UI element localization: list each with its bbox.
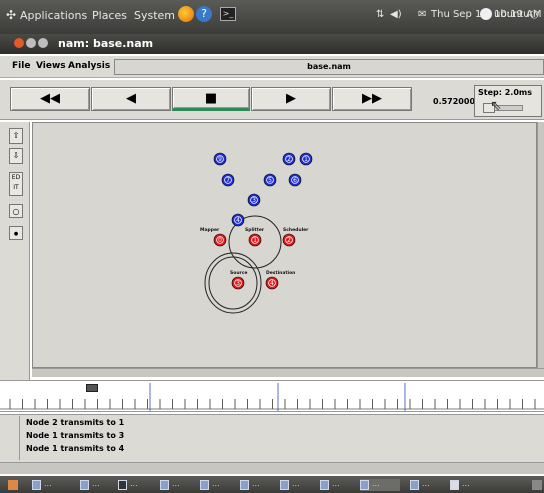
node-id: 6 xyxy=(293,177,297,184)
taskbar-window[interactable]: ... xyxy=(160,479,200,491)
system-top-panel: ✣ Applications Places System ? >_ ⇅ ◀) ✉… xyxy=(0,0,544,34)
zoom-in-icon[interactable]: ⇧ xyxy=(9,128,23,144)
node-id: 2 xyxy=(287,237,291,244)
step-label: Step: 2.0ms xyxy=(478,88,532,97)
window-icon xyxy=(280,480,289,490)
window-icon xyxy=(160,480,169,490)
ubuntu-logo-icon[interactable]: ✣ xyxy=(6,8,16,22)
places-menu[interactable]: Places xyxy=(92,9,127,22)
window-icon xyxy=(80,480,89,490)
window-icon xyxy=(200,480,209,490)
taskbar-window[interactable]: ... xyxy=(450,479,490,491)
node-id: 4 xyxy=(236,217,240,224)
node-label: Scheduler xyxy=(283,227,309,233)
current-time: 0.572000 xyxy=(433,97,476,106)
user-icon xyxy=(480,8,492,20)
terminal-icon xyxy=(118,480,127,490)
node-id: 3 xyxy=(252,197,256,204)
node-id: 3 xyxy=(236,280,240,287)
window-titlebar: nam: base.nam xyxy=(0,34,544,54)
trace-filename: base.nam xyxy=(114,59,544,75)
node-id: 7 xyxy=(226,177,230,184)
mouse-cursor-icon: ⇖ xyxy=(490,98,502,114)
taskbar-window-active[interactable]: ... xyxy=(360,479,400,491)
annotation-line[interactable]: Node 2 transmits to 1 xyxy=(26,418,124,427)
node-label: Mapper xyxy=(200,227,220,233)
node-label: Destination xyxy=(266,270,295,276)
taskbar-window[interactable]: ... xyxy=(280,479,320,491)
node-id: 2 xyxy=(287,156,291,163)
agent-tool-icon[interactable]: ● xyxy=(9,226,23,240)
timeline-slider[interactable] xyxy=(0,380,544,412)
system-menu[interactable]: System xyxy=(134,9,175,22)
mail-icon[interactable]: ✉ xyxy=(418,9,426,20)
taskbar-window[interactable]: ... xyxy=(240,479,280,491)
step-control: Step: 2.0ms xyxy=(474,85,542,117)
window-title: nam: base.nam xyxy=(58,37,154,50)
taskbar-window[interactable]: ... xyxy=(410,479,450,491)
taskbar-window[interactable]: ... xyxy=(80,479,120,491)
annotation-line[interactable]: Node 1 transmits to 4 xyxy=(26,444,124,453)
help-icon[interactable]: ? xyxy=(196,6,212,22)
taskbar-window[interactable]: ... xyxy=(32,479,72,491)
window-icon xyxy=(240,480,249,490)
user-name[interactable]: ubuntu xyxy=(494,9,530,20)
annotation-horizontal-scrollbar[interactable] xyxy=(0,462,544,474)
zoom-out-icon[interactable]: ⇩ xyxy=(9,148,23,164)
canvas-horizontal-scrollbar[interactable] xyxy=(32,368,544,377)
taskbar-window[interactable]: ... xyxy=(320,479,360,491)
terminal-icon[interactable]: >_ xyxy=(220,7,236,21)
play-forward-button[interactable]: ▶ xyxy=(251,87,331,111)
minimize-window-icon[interactable] xyxy=(26,38,36,48)
stop-button[interactable]: ■ xyxy=(172,87,250,111)
node-id: 9 xyxy=(218,156,222,163)
firefox-icon[interactable] xyxy=(178,6,194,22)
show-desktop-icon[interactable] xyxy=(8,480,18,490)
edit-button[interactable]: ED IT xyxy=(9,172,23,196)
play-backward-button[interactable]: ◀ xyxy=(91,87,171,111)
power-icon[interactable]: ⏻ xyxy=(530,8,539,22)
node-label: Source xyxy=(230,270,247,276)
node-id: 1 xyxy=(253,237,257,244)
maximize-window-icon[interactable] xyxy=(38,38,48,48)
timeline-ticks xyxy=(0,383,544,411)
node-id: 4 xyxy=(270,280,274,287)
window-icon xyxy=(450,480,459,490)
taskbar-window[interactable]: ... xyxy=(200,479,240,491)
node-id: 1 xyxy=(304,156,308,163)
timeline-marker[interactable] xyxy=(86,384,98,392)
network-icon[interactable]: ⇅ xyxy=(376,9,384,20)
node-label: Splitter xyxy=(245,227,265,233)
node-tool-icon[interactable]: ○ xyxy=(9,204,23,218)
node-id: 5 xyxy=(268,177,272,184)
menu-views[interactable]: Views xyxy=(36,61,66,71)
menu-file[interactable]: File xyxy=(12,61,30,71)
network-canvas[interactable]: 9 7 2 1 5 6 3 4 0 Mapper 1 Splitter 2 Scheduler 3 Sourc… xyxy=(32,122,537,368)
annotation-line[interactable]: Node 1 transmits to 3 xyxy=(26,431,124,440)
window-icon xyxy=(410,480,419,490)
window-icon xyxy=(360,480,369,490)
trash-icon[interactable] xyxy=(532,480,542,490)
window-icon xyxy=(32,480,41,490)
network-topology: 9 7 2 1 5 6 3 4 0 Mapper 1 Splitter 2 Scheduler 3 Sourc… xyxy=(200,152,313,314)
annotation-scrollbar[interactable] xyxy=(10,416,20,460)
fast-forward-button[interactable]: ▶▶ xyxy=(332,87,412,111)
applications-menu[interactable]: Applications xyxy=(20,9,87,22)
rewind-button[interactable]: ◀◀ xyxy=(10,87,90,111)
canvas-vertical-scrollbar[interactable] xyxy=(537,122,544,368)
node-id: 0 xyxy=(218,237,222,244)
volume-icon[interactable]: ◀) xyxy=(390,9,402,20)
window-icon xyxy=(320,480,329,490)
taskbar-window[interactable]: ... xyxy=(118,479,158,491)
close-window-icon[interactable] xyxy=(14,38,24,48)
menu-analysis[interactable]: Analysis xyxy=(68,61,110,71)
